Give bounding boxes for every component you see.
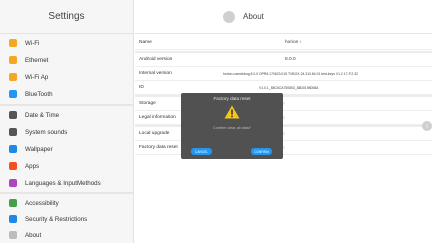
sidebar-item-label: Wi-Fi bbox=[25, 39, 40, 47]
row-id: ID V1.0.1_88C6CA750853_88D0198008A bbox=[135, 81, 432, 95]
dialog-message: Confirm clear all data? bbox=[213, 126, 251, 130]
row-value: 8.0.0 bbox=[285, 57, 296, 62]
page-header: About bbox=[135, 0, 432, 34]
sidebar-item-label: Security & Restrictions bbox=[25, 215, 88, 223]
chevron-left-icon: ‹ bbox=[425, 122, 429, 130]
confirm-button[interactable]: CONFIRM bbox=[251, 148, 272, 155]
sidebar-item-wifi[interactable]: Wi-Fi bbox=[0, 35, 134, 51]
row-name[interactable]: Name horion › bbox=[135, 36, 432, 50]
chevron-right-icon: › bbox=[283, 144, 285, 151]
row-label: Local upgrade bbox=[139, 131, 170, 136]
sidebar-item-accessibility[interactable]: Accessibility bbox=[0, 195, 134, 211]
row-label: Name bbox=[139, 40, 152, 45]
sidebar-item-wallpaper[interactable]: Wallpaper bbox=[0, 141, 134, 157]
row-value: horion › bbox=[285, 40, 302, 45]
row-label: ID bbox=[139, 85, 144, 90]
sidebar-divider bbox=[0, 104, 134, 106]
settings-sidebar: Settings Wi-Fi Ethernet Wi-Fi Ap BlueToo… bbox=[0, 0, 134, 243]
sidebar-item-label: Accessibility bbox=[25, 199, 59, 207]
row-android-version: Android version 8.0.0 bbox=[135, 53, 432, 67]
sidebar-item-label: Date & Time bbox=[25, 111, 60, 119]
row-factory-data-reset[interactable]: Factory data reset › bbox=[135, 141, 432, 155]
apps-icon bbox=[9, 162, 17, 170]
sidebar-item-label: System sounds bbox=[25, 128, 68, 136]
sidebar-item-label: Languages & InputMethods bbox=[25, 179, 101, 187]
row-label: Factory data reset bbox=[139, 145, 178, 150]
page-title: About bbox=[243, 12, 264, 21]
sidebar-item-label: Ethernet bbox=[25, 56, 49, 64]
sidebar-item-security[interactable]: Security & Restrictions bbox=[0, 211, 134, 227]
row-internal-version: Internal version horion-userdebug 8.0.0 … bbox=[135, 67, 432, 81]
sidebar-item-apps[interactable]: Apps bbox=[0, 158, 134, 174]
sidebar-item-label: BlueTooth bbox=[25, 90, 53, 98]
language-icon bbox=[9, 179, 17, 187]
row-local-upgrade[interactable]: Local upgrade › bbox=[135, 127, 432, 141]
sidebar-item-ethernet[interactable]: Ethernet bbox=[0, 52, 134, 68]
about-header-icon bbox=[223, 10, 235, 23]
about-panel: About Name horion › Android version 8.0.… bbox=[135, 0, 432, 243]
row-legal-information[interactable]: Legal information › bbox=[135, 111, 432, 125]
sidebar-item-label: Wallpaper bbox=[25, 145, 53, 153]
sidebar-item-label: Wi-Fi Ap bbox=[25, 73, 49, 81]
row-storage[interactable]: Storage › bbox=[135, 97, 432, 111]
wallpaper-icon bbox=[9, 145, 17, 153]
sidebar-item-languages[interactable]: Languages & InputMethods bbox=[0, 175, 134, 191]
row-label: Internal version bbox=[139, 71, 172, 76]
sidebar-item-about[interactable]: About bbox=[0, 227, 134, 243]
wifi-icon bbox=[9, 39, 17, 47]
sidebar-item-bluetooth[interactable]: BlueTooth bbox=[0, 86, 134, 102]
bluetooth-icon bbox=[9, 90, 17, 98]
back-button[interactable]: ‹ bbox=[422, 121, 432, 131]
row-label: Storage bbox=[139, 101, 156, 106]
factory-reset-dialog: Factory data reset Confirm clear all dat… bbox=[181, 93, 283, 159]
sidebar-item-date-time[interactable]: Date & Time bbox=[0, 107, 134, 123]
sidebar-item-wifi-ap[interactable]: Wi-Fi Ap bbox=[0, 69, 134, 85]
row-value: horion-userdebug 8.0.0 OPR6.170623.019 T… bbox=[223, 71, 359, 76]
sound-icon bbox=[9, 128, 17, 136]
sidebar-item-label: About bbox=[25, 231, 42, 239]
sidebar-title: Settings bbox=[0, 0, 133, 34]
cancel-button[interactable]: CANCEL bbox=[191, 148, 212, 155]
warning-icon bbox=[224, 105, 240, 119]
chevron-right-icon: › bbox=[283, 114, 285, 121]
row-label: Legal information bbox=[139, 115, 176, 120]
row-label: Android version bbox=[139, 57, 173, 62]
sidebar-item-system-sounds[interactable]: System sounds bbox=[0, 124, 134, 140]
sidebar-item-label: Apps bbox=[25, 162, 40, 170]
ethernet-icon bbox=[9, 56, 17, 64]
sidebar-divider bbox=[0, 192, 134, 194]
row-value: V1.0.1_88C6CA750853_88D0198008A bbox=[259, 85, 319, 90]
dialog-title: Factory data reset bbox=[213, 96, 251, 101]
security-icon bbox=[9, 215, 17, 223]
about-icon bbox=[9, 231, 17, 239]
chevron-right-icon: › bbox=[283, 100, 285, 107]
chevron-right-icon: › bbox=[283, 130, 285, 137]
hotspot-icon bbox=[9, 73, 17, 81]
accessibility-icon bbox=[9, 199, 17, 207]
clock-icon bbox=[9, 111, 17, 119]
